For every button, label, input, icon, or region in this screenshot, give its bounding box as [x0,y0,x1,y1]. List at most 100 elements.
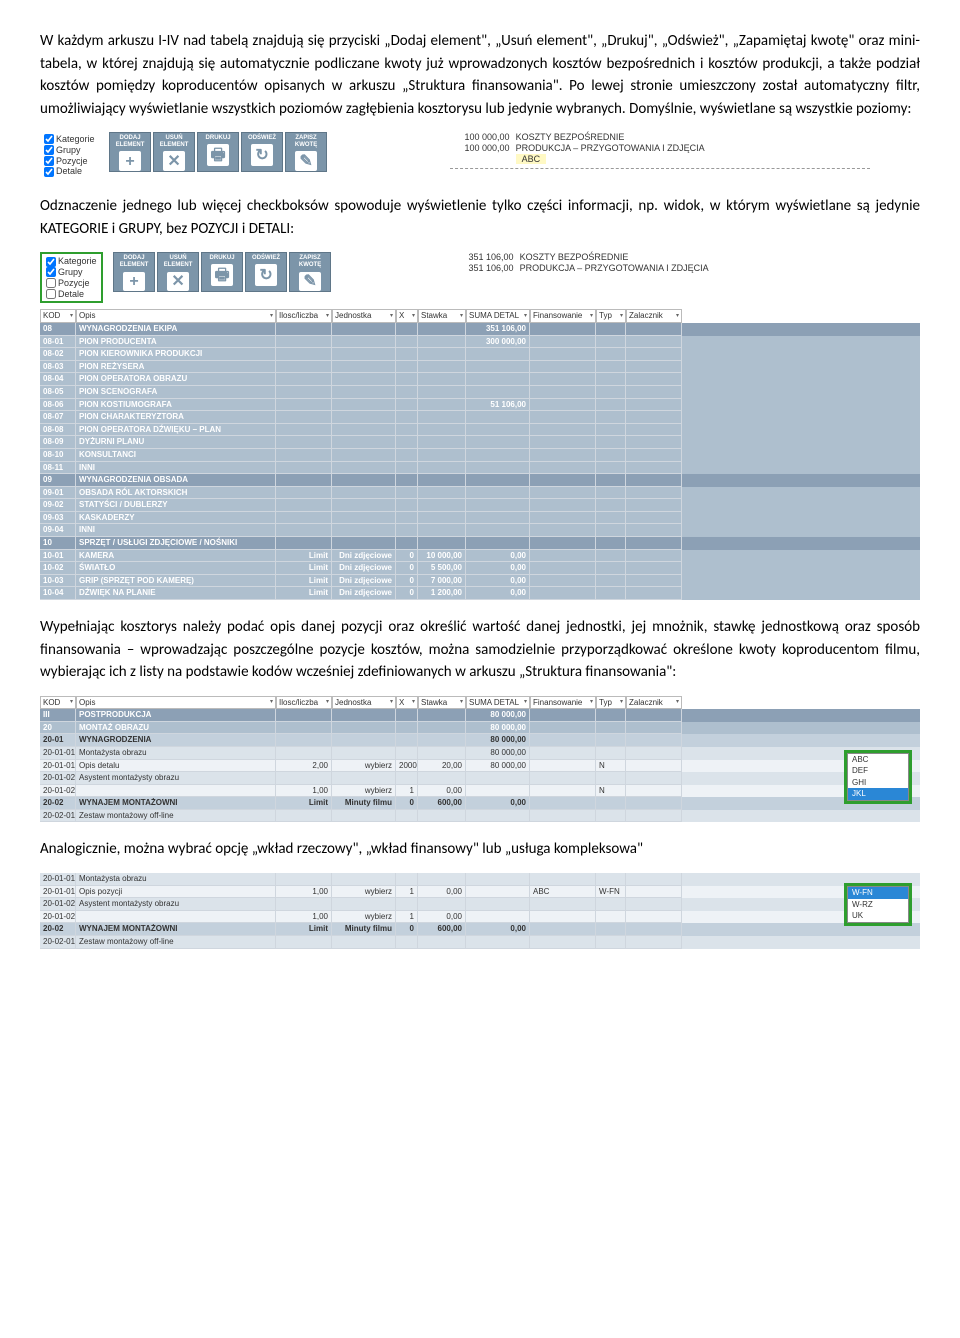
table-row: 20-02-01Zestaw montażowy off-line [40,936,920,949]
table-row: 08-08PION OPERATORA DŹWIĘKU – PLAN [40,424,920,437]
paragraph-3: Wypełniając kosztorys należy podać opis … [40,616,920,684]
table-row: 20-01-01Montażysta obrazu80 000,00 [40,747,920,760]
table-row: 08-11INNI [40,462,920,475]
col-kod[interactable]: KOD [40,309,76,323]
table-row: 08-05PION SCENOGRAFA [40,386,920,399]
col-zal[interactable]: Zalacznik [626,309,682,323]
table-row: 10SPRZĘT / USŁUGI ZDJĘCIOWE / NOŚNIKI [40,537,920,550]
x-icon: ✕ [163,151,185,171]
usun-button[interactable]: USUŃ ELEMENT✕ [157,252,199,292]
col-stawka[interactable]: Stawka [418,309,466,323]
table-row: 20-01-01-01Opis pozycji1,00wybierz10,00A… [40,886,920,899]
filter-panel: Kategorie Grupy Pozycje Detale [40,132,99,179]
table-row: 20-01WYNAGRODZENIA80 000,00 [40,734,920,747]
col-ilosc[interactable]: Ilosc/liczba [276,696,332,710]
filter-detale[interactable]: Detale [44,166,95,177]
paragraph-1: W każdym arkuszu I-IV nad tabelą znajduj… [40,30,920,120]
table-row: 10-04DŹWIĘK NA PLANIELimitDni zdjęciowe0… [40,587,920,600]
dodaj-button[interactable]: DODAJ ELEMENT+ [109,132,151,172]
screenshot-4: 20-01-01Montażysta obrazu20-01-01-01Opis… [40,873,920,949]
usun-button[interactable]: USUŃ ELEMENT✕ [153,132,195,172]
dropdown-option[interactable]: GHI [848,777,908,789]
plus-icon: + [123,272,145,292]
dropdown-option[interactable]: DEF [848,765,908,777]
dropdown-option[interactable]: JKL [848,788,908,800]
col-fin[interactable]: Finansowanie [530,696,596,710]
filter-detale[interactable]: Detale [46,289,97,300]
typ-dropdown[interactable]: W-FNW-RZUK [844,883,912,926]
table-row: 20-02-01Zestaw montażowy off-line [40,810,920,823]
col-typ[interactable]: Typ [596,309,626,323]
col-opis[interactable]: Opis [76,309,276,323]
table-row: 20MONTAŻ OBRAZU80 000,00 [40,722,920,735]
filter-kategorie[interactable]: Kategorie [46,256,97,267]
col-zal[interactable]: Zalacznik [626,696,682,710]
save-icon: ✎ [299,272,321,292]
col-stawka[interactable]: Stawka [418,696,466,710]
finansowanie-dropdown[interactable]: ABCDEFGHIJKL [844,750,912,804]
table-row: IIIPOSTPRODUKCJA80 000,00 [40,709,920,722]
x-icon: ✕ [167,272,189,292]
zapisz-button[interactable]: ZAPISZ KWOTĘ✎ [285,132,327,172]
col-ilosc[interactable]: Ilosc/liczba [276,309,332,323]
odswiez-button[interactable]: ODŚWIEŻ↻ [241,132,283,172]
drukuj-button[interactable]: DRUKUJ🖶 [201,252,243,292]
dropdown-option[interactable]: W-RZ [848,899,908,911]
dropdown-option[interactable]: ABC [848,754,908,766]
table-row: 08-02PION KIEROWNIKA PRODUKCJI [40,348,920,361]
table-row: 08WYNAGRODZENIA EKIPA351 106,00 [40,323,920,336]
dropdown-option[interactable]: W-FN [848,887,908,899]
filter-panel-highlighted: Kategorie Grupy Pozycje Detale [40,252,103,303]
table-row: 08-07PION CHARAKTERYZTORA [40,411,920,424]
col-suma[interactable]: SUMA DETAL [466,696,530,710]
table-row: 20-01-01Montażysta obrazu [40,873,920,886]
filter-grupy[interactable]: Grupy [44,145,95,156]
filter-pozycje[interactable]: Pozycje [44,156,95,167]
table-row: 08-04PION OPERATORA OBRAZU [40,373,920,386]
col-jednostka[interactable]: Jednostka [332,309,396,323]
table-row: 10-01KAMERALimitDni zdjęciowe010 000,000… [40,550,920,563]
dropdown-option[interactable]: UK [848,910,908,922]
print-icon: 🖶 [207,144,229,166]
table-row: 08-09DYŻURNI PLANU [40,436,920,449]
table-row: 09WYNAGRODZENIA OBSADA [40,474,920,487]
mini-table: 351 106,00KOSZTY BEZPOŚREDNIE 351 106,00… [454,252,874,278]
table-row: 10-02ŚWIATŁOLimitDni zdjęciowe05 500,000… [40,562,920,575]
dodaj-button[interactable]: DODAJ ELEMENT+ [113,252,155,292]
drukuj-button[interactable]: DRUKUJ🖶 [197,132,239,172]
toolbar: DODAJ ELEMENT+ USUŃ ELEMENT✕ DRUKUJ🖶 ODŚ… [109,132,327,172]
grid-header: KOD Opis Ilosc/liczba Jednostka X Stawka… [40,696,920,710]
table-row: 08-03PION REŻYSERA [40,361,920,374]
paragraph-4: Analogicznie, można wybrać opcję „wkład … [40,838,920,861]
filter-kategorie[interactable]: Kategorie [44,134,95,145]
col-typ[interactable]: Typ [596,696,626,710]
refresh-icon: ↻ [251,144,273,166]
odswiez-button[interactable]: ODŚWIEŻ↻ [245,252,287,292]
col-kod[interactable]: KOD [40,696,76,710]
table-row: 20-02WYNAJEM MONTAŻOWNILimitMinuty filmu… [40,923,920,936]
table-row: 09-03KASKADERZY [40,512,920,525]
screenshot-2: Kategorie Grupy Pozycje Detale DODAJ ELE… [40,252,920,600]
table-row: 09-01OBSADA RÓL AKTORSKICH [40,487,920,500]
filter-grupy[interactable]: Grupy [46,267,97,278]
col-x[interactable]: X [396,696,418,710]
col-fin[interactable]: Finansowanie [530,309,596,323]
col-opis[interactable]: Opis [76,696,276,710]
table-row: 20-02WYNAJEM MONTAŻOWNILimitMinuty filmu… [40,797,920,810]
save-icon: ✎ [295,151,317,171]
paragraph-2: Odznaczenie jednego lub więcej checkboks… [40,195,920,240]
table-row: 20-01-02-011,00wybierz10,00N [40,785,920,798]
table-row: 08-10KONSULTANCI [40,449,920,462]
table-row: 08-01PION PRODUCENTA300 000,00 [40,336,920,349]
print-icon: 🖶 [211,264,233,286]
col-suma[interactable]: SUMA DETAL [466,309,530,323]
col-x[interactable]: X [396,309,418,323]
abc-cell: ABC [516,154,547,165]
col-jednostka[interactable]: Jednostka [332,696,396,710]
zapisz-button[interactable]: ZAPISZ KWOTĘ✎ [289,252,331,292]
filter-pozycje[interactable]: Pozycje [46,278,97,289]
table-row: 09-02STATYŚCI / DUBLERZY [40,499,920,512]
table-row: 09-04INNI [40,524,920,537]
table-row: 08-06PION KOSTIUMOGRAFA51 106,00 [40,399,920,412]
mini-table: 100 000,00KOSZTY BEZPOŚREDNIE 100 000,00… [450,132,870,169]
